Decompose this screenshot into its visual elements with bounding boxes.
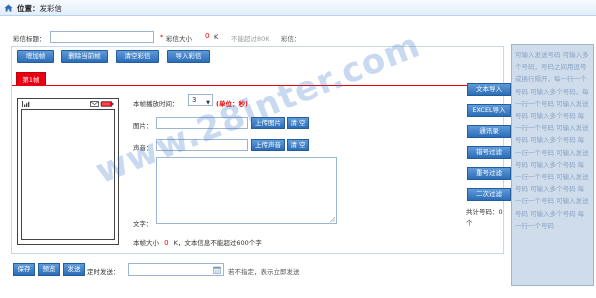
- breadcrumb: 位置：发彩信: [17, 3, 62, 14]
- required-mark: *: [160, 33, 164, 41]
- tab-frame-1[interactable]: 第1帧: [16, 72, 46, 86]
- send-button[interactable]: 发送: [63, 263, 85, 276]
- location-label: 位置：: [17, 4, 40, 13]
- text-import-button[interactable]: 文本导入: [467, 83, 511, 96]
- schedule-input[interactable]: [128, 263, 224, 276]
- mms-size-value: 0: [205, 32, 210, 40]
- upload-image-button[interactable]: 上传图片: [251, 117, 285, 129]
- preview-button[interactable]: 预览: [38, 263, 60, 276]
- toolbar: 增加帧 删除当前帧 清空彩信 导入彩信: [12, 47, 503, 67]
- clear-image-button[interactable]: 清 空: [287, 117, 309, 129]
- image-label: 图片：: [133, 122, 153, 130]
- duration-unit: (单位：秒): [216, 100, 248, 108]
- delete-frame-button[interactable]: 删除当前帧: [61, 50, 108, 63]
- sound-label: 声音：: [133, 144, 153, 152]
- number-count: 共计号码：0 个: [466, 207, 512, 229]
- sound-path-input[interactable]: [156, 139, 248, 151]
- clear-mms-button[interactable]: 清空彩信: [116, 50, 159, 63]
- upload-sound-button[interactable]: 上传声音: [251, 139, 285, 151]
- excel-import-button[interactable]: EXCEL导入: [467, 104, 511, 117]
- count-value: 0: [498, 208, 503, 216]
- count-unit: 个: [466, 219, 473, 227]
- count-label: 共计号码：: [466, 208, 499, 216]
- mms-size-unit: K: [214, 33, 219, 41]
- subject-label: 彩信标题：: [13, 35, 46, 43]
- recipients-placeholder: 可输入发送号码 可输入多个号码，号码之间用逗号或换行隔开，每一行一个号码 可输入…: [515, 51, 589, 230]
- frame-text-area[interactable]: [156, 157, 337, 224]
- frame-size-prefix: 本帧大小: [133, 239, 159, 247]
- phone-preview: [17, 98, 119, 245]
- mms-editor: 增加帧 删除当前帧 清空彩信 导入彩信 第1帧 本帧播放时间： 3 ▼ (单位：…: [11, 46, 504, 254]
- import-mms-button[interactable]: 导入彩信: [167, 50, 210, 63]
- frame-size-value: 0: [164, 239, 169, 247]
- status-icons: [90, 101, 114, 107]
- tab-underline: [12, 85, 503, 86]
- calendar-icon[interactable]: [213, 266, 221, 274]
- send-bar: 保存 预览 发送 定时发送： 若不指定，表示立即发送: [13, 263, 313, 276]
- phone-screen: [21, 109, 115, 240]
- location-value: 发彩信: [39, 4, 63, 13]
- address-book-button[interactable]: 通讯录: [467, 125, 511, 138]
- home-icon: [4, 4, 13, 12]
- size-limit-text: 不能超过80K: [231, 35, 270, 43]
- mms-size-label: 彩信大小: [166, 35, 192, 43]
- duration-label: 本帧播放时间：: [133, 100, 179, 108]
- location-bar: 位置：发彩信: [0, 0, 596, 16]
- frame-size-suffix: K，文本信息不能超过600个字: [173, 239, 262, 247]
- recipients-textarea[interactable]: 可输入发送号码 可输入多个号码，号码之间用逗号或换行隔开，每一行一个号码 可输入…: [511, 44, 594, 286]
- add-frame-button[interactable]: 增加帧: [17, 50, 54, 63]
- duration-value: 3: [192, 96, 197, 104]
- frame-size-line: 本帧大小 0 K，文本信息不能超过600个字: [133, 237, 262, 247]
- secondary-filter-button[interactable]: 二次过滤: [467, 188, 511, 201]
- mms-note-label: 彩信：: [281, 35, 301, 43]
- subject-input[interactable]: [50, 31, 154, 43]
- text-label: 文字：: [133, 220, 153, 228]
- filter-duplicate-button[interactable]: 重号过滤: [467, 167, 511, 180]
- schedule-label: 定时发送：: [87, 268, 120, 276]
- image-path-input[interactable]: [156, 117, 248, 129]
- chevron-down-icon: ▼: [206, 100, 210, 106]
- duration-select[interactable]: 3 ▼: [188, 94, 213, 106]
- save-button[interactable]: 保存: [13, 263, 35, 276]
- schedule-hint: 若不指定，表示立即发送: [228, 268, 300, 276]
- signal-icon: [22, 101, 30, 107]
- filter-invalid-button[interactable]: 错号过滤: [467, 146, 511, 159]
- resize-grip-icon[interactable]: [330, 217, 335, 222]
- clear-sound-button[interactable]: 清 空: [287, 139, 309, 151]
